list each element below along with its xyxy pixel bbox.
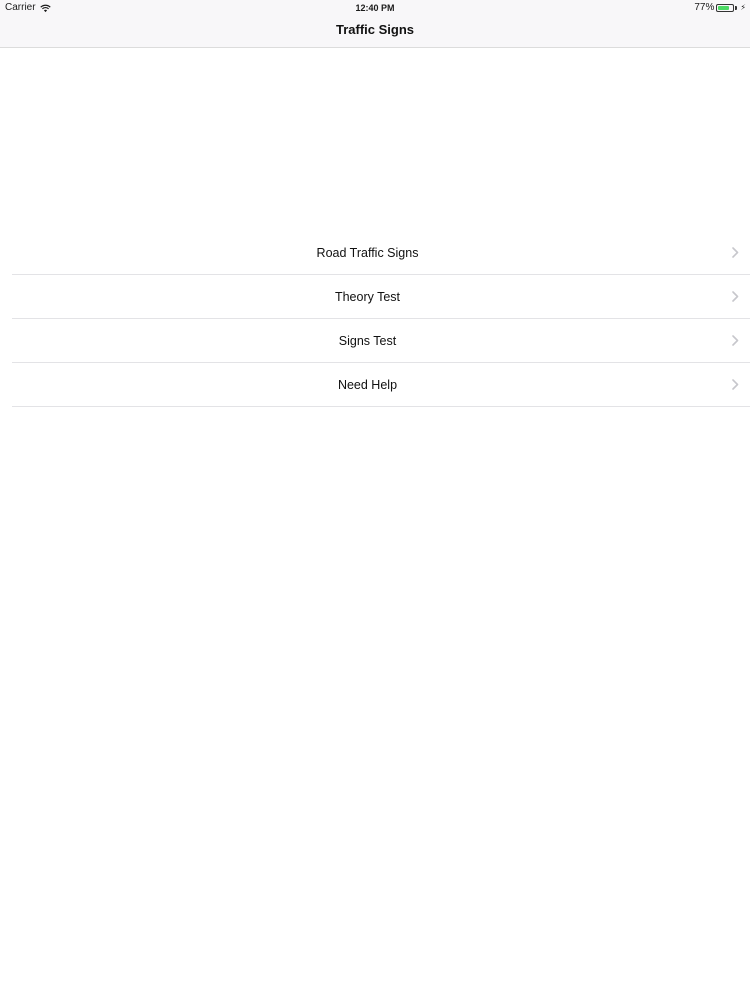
battery-fill [718, 6, 729, 10]
chevron-right-icon [732, 379, 739, 390]
charging-icon: ⚡ [740, 3, 746, 12]
menu-item-road-traffic-signs[interactable]: Road Traffic Signs [0, 231, 750, 275]
menu-item-signs-test[interactable]: Signs Test [0, 319, 750, 363]
chevron-right-icon [732, 247, 739, 258]
navigation-bar: Carrier 12:40 PM 77% ⚡ Traffic Signs [0, 0, 750, 48]
page-title: Traffic Signs [335, 22, 415, 37]
status-bar: Carrier 12:40 PM 77% ⚡ [0, 0, 750, 16]
battery-cap [735, 6, 738, 10]
menu-item-label: Road Traffic Signs [316, 246, 419, 260]
menu-item-label: Signs Test [338, 334, 397, 348]
status-right: 77% ⚡ [694, 0, 746, 16]
app-screen: Carrier 12:40 PM 77% ⚡ Traffic Signs Roa… [0, 0, 750, 1000]
chevron-right-icon [732, 335, 739, 346]
menu-item-theory-test[interactable]: Theory Test [0, 275, 750, 319]
chevron-right-icon [732, 291, 739, 302]
menu-item-label: Need Help [337, 378, 398, 392]
menu-item-need-help[interactable]: Need Help [0, 363, 750, 407]
menu-item-label: Theory Test [334, 290, 401, 304]
menu-list: Road Traffic Signs Theory Test Signs Tes… [0, 231, 750, 407]
battery-icon [716, 4, 735, 12]
status-time: 12:40 PM [355, 3, 395, 13]
battery-percent: 77% [694, 2, 715, 13]
